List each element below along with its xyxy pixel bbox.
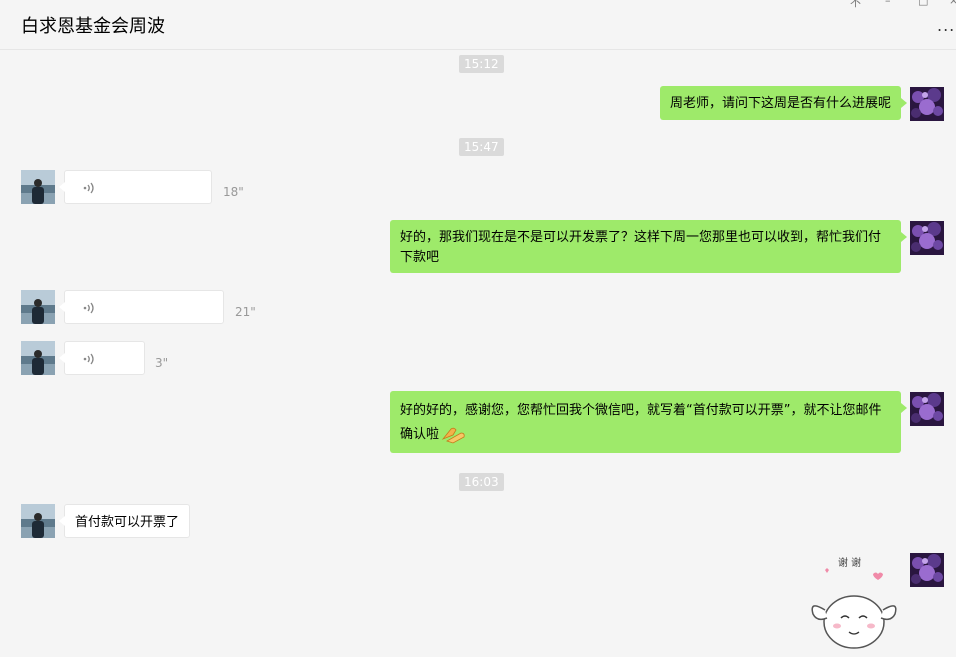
- my-message-bubble[interactable]: 周老师，请问下这周是否有什么进展呢: [659, 86, 908, 120]
- close-button[interactable]: ×: [949, 0, 956, 7]
- my-avatar[interactable]: [910, 553, 944, 587]
- chat-title: 白求恩基金会周波: [21, 16, 165, 37]
- timestamp: 16:03: [459, 473, 504, 491]
- voice-message-bubble[interactable]: [59, 290, 224, 324]
- sticker-caption: 谢 谢: [838, 558, 862, 569]
- my-message-bubble[interactable]: 好的，那我们现在是不是可以开发票了？这样下周一您那里也可以收到，帮忙我们付下款吧: [390, 220, 907, 273]
- sticker-message[interactable]: 谢 谢: [805, 552, 903, 653]
- message-text: 周老师，请问下这周是否有什么进展呢: [669, 96, 891, 111]
- contact-avatar[interactable]: [21, 170, 55, 204]
- minimize-button[interactable]: –: [885, 0, 891, 7]
- my-avatar[interactable]: [910, 87, 944, 121]
- more-options-button[interactable]: ...: [937, 16, 955, 35]
- contact-avatar[interactable]: [21, 504, 55, 538]
- handshake-emoji-icon: [441, 427, 465, 443]
- my-message-bubble[interactable]: 好的好的，感谢您，您帮忙回我个微信吧，就写着“首付款可以开票”，就不让您邮件确认…: [390, 391, 907, 453]
- timestamp: 15:12: [459, 55, 504, 73]
- voice-message-bubble[interactable]: [59, 341, 145, 375]
- voice-duration: 3": [155, 356, 169, 370]
- pin-window-button[interactable]: 不: [850, 0, 861, 10]
- maximize-button[interactable]: □: [918, 0, 928, 7]
- their-message-bubble[interactable]: 首付款可以开票了: [58, 504, 191, 538]
- voice-message-bubble[interactable]: [59, 170, 212, 204]
- message-text: 好的，那我们现在是不是可以开发票了？这样下周一您那里也可以收到，帮忙我们付下款吧: [400, 230, 882, 265]
- contact-avatar[interactable]: [21, 341, 55, 375]
- message-text: 好的好的，感谢您，您帮忙回我个微信吧，就写着“首付款可以开票”，就不让您邮件确认…: [400, 403, 882, 442]
- my-avatar[interactable]: [910, 392, 944, 426]
- voice-wave-icon: [83, 182, 94, 194]
- voice-duration: 18": [223, 185, 244, 199]
- my-avatar[interactable]: [910, 221, 944, 255]
- chat-header: 白求恩基金会周波 不 – □ × ...: [0, 0, 956, 50]
- voice-wave-icon: [83, 353, 94, 365]
- timestamp: 15:47: [459, 138, 504, 156]
- voice-duration: 21": [235, 305, 256, 319]
- message-text: 首付款可以开票了: [75, 515, 180, 530]
- voice-wave-icon: [83, 302, 94, 314]
- contact-avatar[interactable]: [21, 290, 55, 324]
